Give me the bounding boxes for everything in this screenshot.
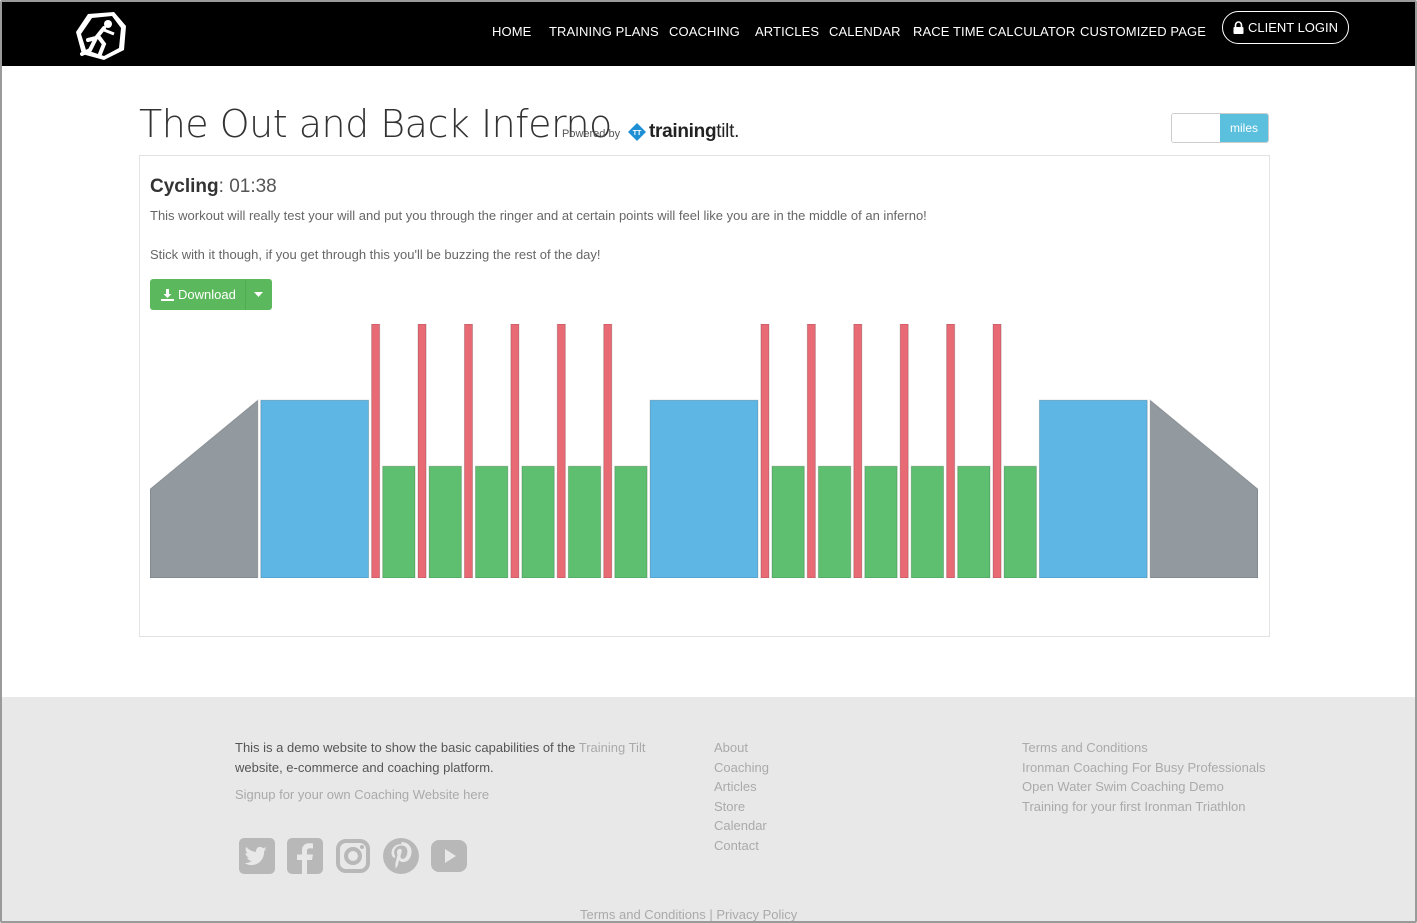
workout-segment-recovery-26[interactable] bbox=[1003, 465, 1037, 578]
workout-segment-interval-21[interactable] bbox=[899, 324, 909, 578]
sport-label: Cycling bbox=[150, 176, 219, 197]
download-label: Download bbox=[178, 287, 236, 302]
workout-segment-tempo-14[interactable] bbox=[649, 399, 759, 578]
training-tilt-link[interactable]: Training Tilt bbox=[579, 740, 646, 755]
download-split-button: Download bbox=[150, 279, 272, 310]
footer-link-ironman-coaching[interactable]: Ironman Coaching For Busy Professionals bbox=[1022, 758, 1266, 778]
social-icons bbox=[239, 838, 467, 874]
workout-segment-interval-15[interactable] bbox=[760, 324, 770, 578]
bottom-terms-link[interactable]: Terms and Conditions bbox=[580, 907, 706, 921]
lock-icon bbox=[1233, 21, 1244, 34]
workout-segment-tempo-27[interactable] bbox=[1038, 399, 1148, 578]
workout-segment-recovery-13[interactable] bbox=[614, 465, 648, 578]
workout-segment-recovery-20[interactable] bbox=[864, 465, 898, 578]
footer-link-terms[interactable]: Terms and Conditions bbox=[1022, 738, 1266, 758]
unit-toggle-miles[interactable]: miles bbox=[1220, 114, 1268, 142]
footer-links-col-1: About Coaching Articles Store Calendar C… bbox=[714, 738, 769, 856]
instagram-icon[interactable] bbox=[335, 838, 371, 874]
trainingtilt-logo-icon: TT bbox=[628, 123, 646, 141]
workout-segment-interval-25[interactable] bbox=[992, 324, 1002, 578]
twitter-icon[interactable] bbox=[239, 838, 275, 874]
workout-segment-interval-4[interactable] bbox=[417, 324, 427, 578]
page-title: The Out and Back Inferno bbox=[139, 102, 612, 146]
workout-heading: Cycling: 01:38 bbox=[150, 176, 277, 197]
workout-segment-interval-19[interactable] bbox=[853, 324, 863, 578]
workout-segment-recovery-16[interactable] bbox=[771, 465, 805, 578]
facebook-icon[interactable] bbox=[287, 838, 323, 874]
workout-segment-recovery-7[interactable] bbox=[475, 465, 509, 578]
workout-segment-interval-23[interactable] bbox=[946, 324, 956, 578]
trainingtilt-brand[interactable]: TT trainingtilt. bbox=[628, 121, 739, 143]
footer-link-store[interactable]: Store bbox=[714, 797, 769, 817]
powered-by-label: Powered by bbox=[562, 128, 621, 140]
workout-segment-interval-17[interactable] bbox=[806, 324, 816, 578]
page-frame: HOME TRAINING PLANS COACHING ARTICLES CA… bbox=[0, 0, 1417, 923]
footer-links-col-2: Terms and Conditions Ironman Coaching Fo… bbox=[1022, 738, 1266, 816]
workout-segment-interval-8[interactable] bbox=[510, 324, 520, 578]
youtube-icon[interactable] bbox=[431, 838, 467, 874]
download-icon bbox=[161, 288, 174, 301]
workout-segment-warmup-0[interactable] bbox=[150, 399, 259, 578]
unit-toggle[interactable]: miles bbox=[1171, 113, 1269, 143]
footer-link-open-water-swim[interactable]: Open Water Swim Coaching Demo bbox=[1022, 777, 1266, 797]
nav-home[interactable]: HOME bbox=[492, 24, 531, 39]
footer-link-articles[interactable]: Articles bbox=[714, 777, 769, 797]
footer-link-coaching[interactable]: Coaching bbox=[714, 758, 769, 778]
nav-articles[interactable]: ARTICLES bbox=[755, 24, 819, 39]
workout-segment-interval-2[interactable] bbox=[371, 324, 381, 578]
signup-link[interactable]: Signup for your own Coaching Website her… bbox=[235, 787, 489, 802]
nav-customized-page[interactable]: CUSTOMIZED PAGE bbox=[1080, 24, 1206, 39]
nav-calendar[interactable]: CALENDAR bbox=[829, 24, 901, 39]
pinterest-icon[interactable] bbox=[383, 838, 419, 874]
workout-segment-recovery-24[interactable] bbox=[957, 465, 991, 578]
workout-segment-interval-6[interactable] bbox=[463, 324, 474, 578]
workout-segment-recovery-3[interactable] bbox=[382, 465, 416, 578]
client-login-button[interactable]: CLIENT LOGIN bbox=[1222, 11, 1349, 44]
download-button[interactable]: Download bbox=[150, 279, 246, 310]
footer-bottom-links: Terms and Conditions | Privacy Policy bbox=[580, 907, 798, 922]
footer-about-text: This is a demo website to show the basic… bbox=[235, 740, 646, 775]
brand-wordmark: trainingtilt. bbox=[649, 121, 740, 142]
workout-profile-chart bbox=[150, 324, 1258, 578]
svg-text:TT: TT bbox=[633, 130, 642, 137]
nav-race-time-calculator[interactable]: RACE TIME CALCULATOR bbox=[913, 24, 1075, 39]
workout-duration: 01:38 bbox=[229, 176, 277, 197]
client-login-label: CLIENT LOGIN bbox=[1247, 20, 1339, 35]
nav-training-plans[interactable]: TRAINING PLANS bbox=[549, 24, 659, 39]
workout-segment-recovery-9[interactable] bbox=[521, 465, 555, 578]
caret-down-icon bbox=[254, 292, 264, 297]
download-dropdown-toggle[interactable] bbox=[245, 279, 272, 310]
workout-segment-recovery-22[interactable] bbox=[910, 465, 945, 578]
footer-link-first-ironman[interactable]: Training for your first Ironman Triathlo… bbox=[1022, 797, 1266, 817]
footer-link-calendar[interactable]: Calendar bbox=[714, 816, 769, 836]
footer-link-contact[interactable]: Contact bbox=[714, 836, 769, 856]
workout-segment-recovery-11[interactable] bbox=[567, 465, 602, 578]
nav-coaching[interactable]: COACHING bbox=[669, 24, 740, 39]
workout-segment-recovery-18[interactable] bbox=[817, 465, 852, 578]
footer-link-about[interactable]: About bbox=[714, 738, 769, 758]
workout-segment-tempo-1[interactable] bbox=[260, 399, 370, 578]
workout-description: This workout will really test your will … bbox=[150, 208, 927, 223]
workout-segment-recovery-5[interactable] bbox=[428, 465, 462, 578]
runner-logo-icon[interactable] bbox=[74, 10, 130, 62]
workout-segment-warmup-28[interactable] bbox=[1149, 399, 1258, 578]
unit-toggle-off[interactable] bbox=[1172, 114, 1220, 142]
top-navbar: HOME TRAINING PLANS COACHING ARTICLES CA… bbox=[2, 2, 1415, 66]
workout-description-2: Stick with it though, if you get through… bbox=[150, 247, 601, 262]
bottom-privacy-link[interactable]: Privacy Policy bbox=[716, 907, 797, 921]
workout-segment-interval-12[interactable] bbox=[603, 324, 613, 578]
workout-segment-interval-10[interactable] bbox=[556, 324, 566, 578]
